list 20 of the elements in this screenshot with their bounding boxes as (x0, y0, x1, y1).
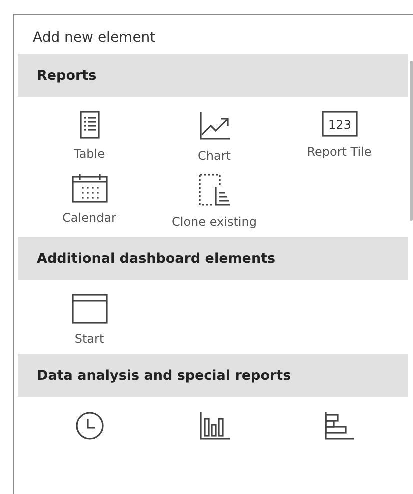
section-header: Data analysis and special reports (18, 354, 408, 397)
number-tile-icon: 123 (322, 111, 358, 137)
section-header: Reports (18, 54, 408, 97)
window-icon (72, 294, 108, 324)
element-option[interactable]: Start (74, 332, 104, 346)
clock-icon (74, 411, 104, 441)
dotted-document-icon (198, 173, 232, 207)
scrollbar[interactable] (410, 61, 413, 221)
calendar-icon (72, 173, 108, 203)
bar-chart-icon (198, 411, 230, 441)
panel-title: Add new element (33, 30, 156, 46)
section-header: Additional dashboard elements (18, 237, 408, 280)
element-option[interactable]: Calendar (62, 211, 116, 225)
element-option[interactable]: Report Tile (307, 145, 372, 159)
line-chart-icon (198, 111, 230, 141)
list-document-icon (80, 111, 100, 139)
element-option[interactable]: Chart (198, 149, 231, 163)
horizontal-bar-chart-icon (324, 411, 356, 441)
element-option[interactable]: Clone existing (172, 215, 257, 229)
element-option[interactable]: Table (74, 147, 106, 161)
